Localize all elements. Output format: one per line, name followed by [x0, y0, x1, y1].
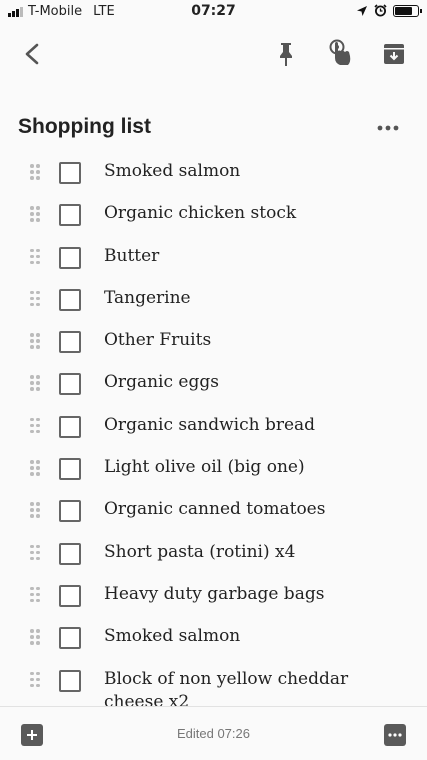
drag-handle-icon[interactable] — [30, 502, 42, 518]
edited-timestamp: Edited 07:26 — [176, 726, 250, 741]
checklist-item[interactable]: Butter — [0, 236, 427, 278]
archive-icon — [384, 44, 404, 64]
item-text[interactable]: Smoked salmon — [104, 160, 404, 183]
back-arrow-icon — [25, 43, 39, 65]
checklist-item[interactable]: Organic sandwich bread — [0, 405, 427, 447]
item-text[interactable]: Tangerine — [104, 287, 404, 310]
more-options-button[interactable] — [372, 114, 404, 142]
drag-handle-icon[interactable] — [30, 671, 42, 688]
reminder-icon — [329, 39, 351, 65]
pin-button[interactable] — [266, 34, 306, 74]
item-text[interactable]: Organic eggs — [104, 371, 404, 394]
status-right — [356, 4, 422, 17]
item-text[interactable]: Butter — [104, 245, 404, 268]
drag-handle-icon[interactable] — [30, 417, 42, 434]
item-text[interactable]: Smoked salmon — [104, 625, 404, 648]
back-button[interactable] — [12, 34, 52, 74]
item-text[interactable]: Organic sandwich bread — [104, 414, 404, 437]
note-toolbar — [0, 30, 427, 80]
drag-handle-icon[interactable] — [30, 544, 42, 561]
more-horizontal-icon — [388, 733, 402, 737]
reminder-button[interactable] — [320, 34, 360, 74]
item-checkbox[interactable] — [59, 542, 81, 565]
checklist-item[interactable]: Light olive oil (big one) — [0, 447, 427, 489]
more-horizontal-icon — [377, 125, 399, 131]
item-checkbox[interactable] — [59, 415, 81, 438]
item-checkbox[interactable] — [59, 331, 81, 354]
item-checkbox[interactable] — [59, 204, 81, 227]
battery-icon — [393, 4, 422, 17]
checklist-item[interactable]: Organic canned tomatoes — [0, 489, 427, 531]
item-text[interactable]: Block of non yellow cheddar cheese x2 — [104, 668, 404, 706]
pin-icon — [280, 43, 292, 66]
drag-handle-icon[interactable] — [30, 375, 42, 391]
drag-handle-icon[interactable] — [30, 586, 42, 603]
drag-handle-icon[interactable] — [30, 248, 42, 265]
item-checkbox[interactable] — [59, 246, 81, 269]
drag-handle-icon[interactable] — [30, 164, 42, 180]
item-text[interactable]: Organic chicken stock — [104, 202, 404, 225]
note-menu-button[interactable] — [384, 724, 406, 746]
item-checkbox[interactable] — [59, 373, 81, 396]
checklist-item[interactable]: Organic chicken stock — [0, 193, 427, 235]
checklist: Smoked salmon Organic chicken stock Butter… — [0, 151, 427, 706]
item-text[interactable]: Short pasta (rotini) x4 — [104, 541, 404, 564]
alarm-icon — [374, 4, 387, 17]
item-text[interactable]: Light olive oil (big one) — [104, 456, 404, 479]
drag-handle-icon[interactable] — [30, 206, 42, 222]
drag-handle-icon[interactable] — [30, 460, 42, 476]
checklist-item[interactable]: Tangerine — [0, 278, 427, 320]
bottom-bar: Edited 07:26 — [0, 706, 427, 760]
checklist-item[interactable]: Block of non yellow cheddar cheese x2 — [0, 659, 427, 706]
status-bar: T-Mobile LTE 07:27 — [0, 0, 427, 24]
item-text[interactable]: Other Fruits — [104, 329, 404, 352]
checklist-item[interactable]: Short pasta (rotini) x4 — [0, 532, 427, 574]
checklist-item[interactable]: Other Fruits — [0, 320, 427, 362]
drag-handle-icon[interactable] — [30, 629, 42, 645]
location-icon — [357, 5, 367, 16]
item-checkbox[interactable] — [59, 500, 81, 523]
item-checkbox[interactable] — [59, 162, 81, 184]
checklist-item[interactable]: Smoked salmon — [0, 151, 427, 193]
checklist-item[interactable]: Smoked salmon — [0, 616, 427, 658]
item-checkbox[interactable] — [59, 458, 81, 481]
drag-handle-icon[interactable] — [30, 333, 42, 349]
note-title[interactable]: Shopping list — [18, 115, 151, 139]
archive-button[interactable] — [374, 34, 414, 74]
item-text[interactable]: Heavy duty garbage bags — [104, 583, 404, 606]
item-checkbox[interactable] — [59, 627, 81, 650]
item-checkbox[interactable] — [59, 288, 81, 311]
item-checkbox[interactable] — [59, 669, 81, 692]
checklist-item[interactable]: Organic eggs — [0, 362, 427, 404]
item-checkbox[interactable] — [59, 584, 81, 607]
checklist-item[interactable]: Heavy duty garbage bags — [0, 574, 427, 616]
item-text[interactable]: Organic canned tomatoes — [104, 498, 404, 521]
drag-handle-icon[interactable] — [30, 290, 42, 307]
